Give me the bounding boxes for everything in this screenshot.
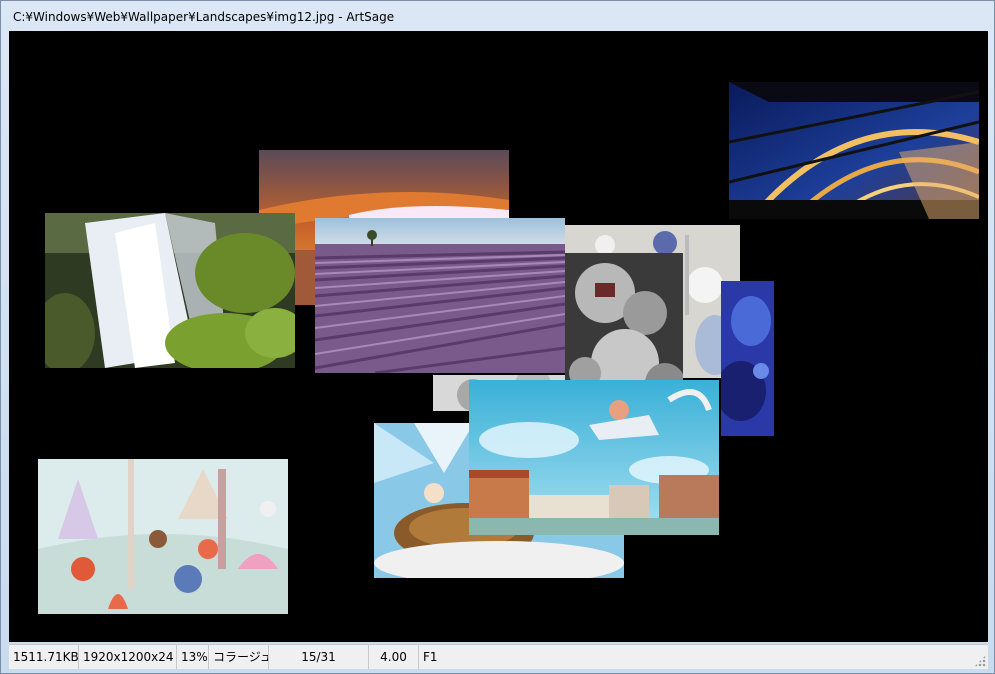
blue-abstract-photo[interactable]: [721, 281, 774, 436]
waterfall-photo[interactable]: [45, 213, 295, 368]
bridge-tunnel-photo[interactable]: [729, 82, 979, 219]
flying-hero-town-photo[interactable]: [469, 380, 719, 535]
collage-canvas[interactable]: [9, 31, 988, 642]
window-title: C:¥Windows¥Web¥Wallpaper¥Landscapes¥img1…: [13, 10, 395, 24]
status-mode: コラージュ: [209, 645, 269, 669]
status-bar: 1511.71KB 1920x1200x24 13% コラージュ 15/31 4…: [9, 644, 988, 669]
status-zoom: 13%: [177, 645, 209, 669]
fairy-forest-photo[interactable]: [38, 459, 288, 614]
app-window: C:¥Windows¥Web¥Wallpaper¥Landscapes¥img1…: [0, 0, 995, 674]
resize-grip-icon[interactable]: [974, 655, 986, 667]
status-position: 15/31: [269, 645, 369, 669]
title-bar[interactable]: C:¥Windows¥Web¥Wallpaper¥Landscapes¥img1…: [1, 1, 994, 31]
status-key-hint: F1: [423, 650, 438, 664]
lavender-field-photo[interactable]: [315, 218, 565, 373]
status-resolution: 1920x1200x24: [79, 645, 177, 669]
status-file-size: 1511.71KB: [9, 645, 79, 669]
status-interval: 4.00: [369, 645, 419, 669]
